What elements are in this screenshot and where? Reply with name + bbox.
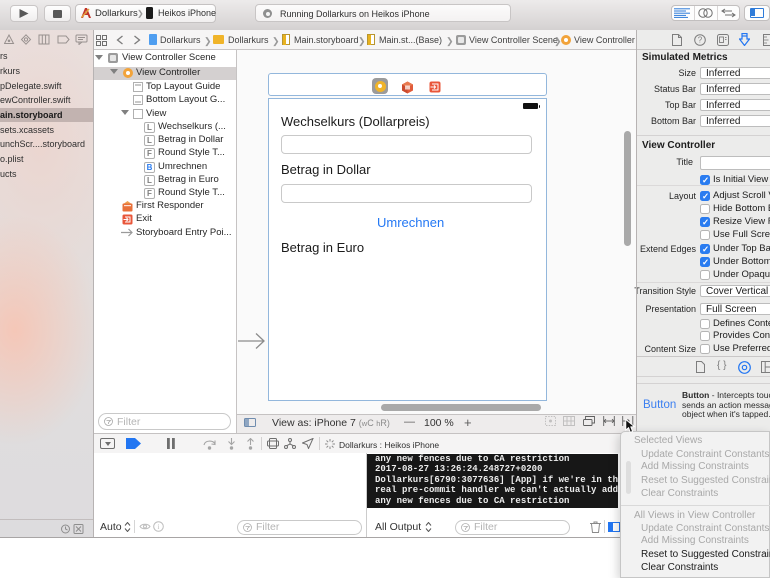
svg-text:?: ? xyxy=(698,36,703,45)
svg-text:i: i xyxy=(158,523,160,531)
